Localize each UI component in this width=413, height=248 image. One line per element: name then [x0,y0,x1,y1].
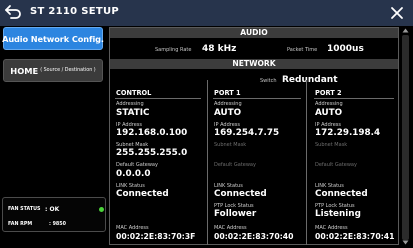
port2-link-value: Connected [315,189,368,199]
port1-subnet-label: Subnet Mask [214,142,247,148]
port1-addressing-value[interactable]: AUTO [214,108,241,118]
port1-ptp-value: Follower [214,209,257,219]
switch-label: Switch [260,78,277,84]
network-section-heading: NETWORK [110,59,398,69]
sampling-rate-label: Sampling Rate [155,47,192,53]
scrollbar-thumb[interactable] [402,35,409,240]
packet-time-value: 1000us [327,44,364,54]
fan-status-value: : OK [45,206,60,213]
control-gateway-value[interactable]: 0.0.0.0 [116,169,151,179]
control-mac-label: MAC Address [116,225,149,231]
fan-rpm-value: : 9850 [49,222,66,227]
control-addressing-label: Addressing [116,101,144,107]
port1-gateway-label: Default Gateway [214,162,256,168]
port1-mac-value: 00:02:2E:83:70:40 [214,232,294,241]
column-divider [306,80,307,245]
control-gateway-label: Default Gateway [116,162,158,168]
column-underline [314,98,394,99]
control-ip-value[interactable]: 192.168.0.100 [116,128,187,138]
control-addressing-value[interactable]: STATIC [116,108,150,118]
control-subnet-value[interactable]: 255.255.255.0 [116,148,187,158]
audio-network-config-button[interactable]: Audio Network Config. [2,27,104,50]
home-button[interactable]: HOME ( Source / Destination ) [3,59,103,82]
fan-status-label: FAN STATUS [8,207,41,212]
control-link-value: Connected [116,189,169,199]
column-divider [207,80,208,245]
port2-addressing-label: Addressing [315,101,343,107]
home-sublabel: ( Source / Destination ) [40,68,96,73]
home-label: HOME [10,65,39,76]
scroll-down-arrow-icon[interactable] [402,240,409,245]
port2-ip-value[interactable]: 172.29.198.4 [315,128,380,138]
port1-heading: PORT 1 [214,89,241,97]
audio-network-config-label: Audio Network Config. [2,33,104,44]
control-heading: CONTROL [116,89,152,97]
back-arrow-icon[interactable] [4,3,22,21]
port1-mac-label: MAC Address [214,225,247,231]
port2-ptp-value: Listening [315,209,361,219]
switch-value: Redundant [282,75,338,85]
scroll-up-arrow-icon[interactable] [402,28,409,33]
fan-status-indicator [99,207,104,212]
port2-mac-value: 00:02:2E:83:70:41 [315,232,395,241]
port2-subnet-label: Subnet Mask [315,142,348,148]
control-mac-value: 00:02:2E:83:70:3F [116,232,196,241]
packet-time-label: Packet Time [287,47,318,53]
column-underline [115,98,201,99]
port2-addressing-value[interactable]: AUTO [315,108,342,118]
port1-addressing-label: Addressing [214,101,242,107]
column-underline [213,98,301,99]
port1-link-value: Connected [214,189,267,199]
port2-mac-label: MAC Address [315,225,348,231]
fan-rpm-label: FAN RPM [8,222,33,227]
port2-heading: PORT 2 [315,89,342,97]
page-title: ST 2110 SETUP [30,6,120,17]
settings-panel: AUDIO Sampling Rate 48 kHz Packet Time 1… [109,27,399,245]
port1-ip-value[interactable]: 169.254.7.75 [214,128,279,138]
audio-section-heading: AUDIO [110,28,398,38]
sampling-rate-value: 48 kHz [202,44,237,54]
title-bar: ST 2110 SETUP [0,0,413,26]
port2-gateway-label: Default Gateway [315,162,357,168]
fan-status-box: FAN STATUS : OK FAN RPM : 9850 [2,197,106,232]
close-icon[interactable] [388,4,406,22]
